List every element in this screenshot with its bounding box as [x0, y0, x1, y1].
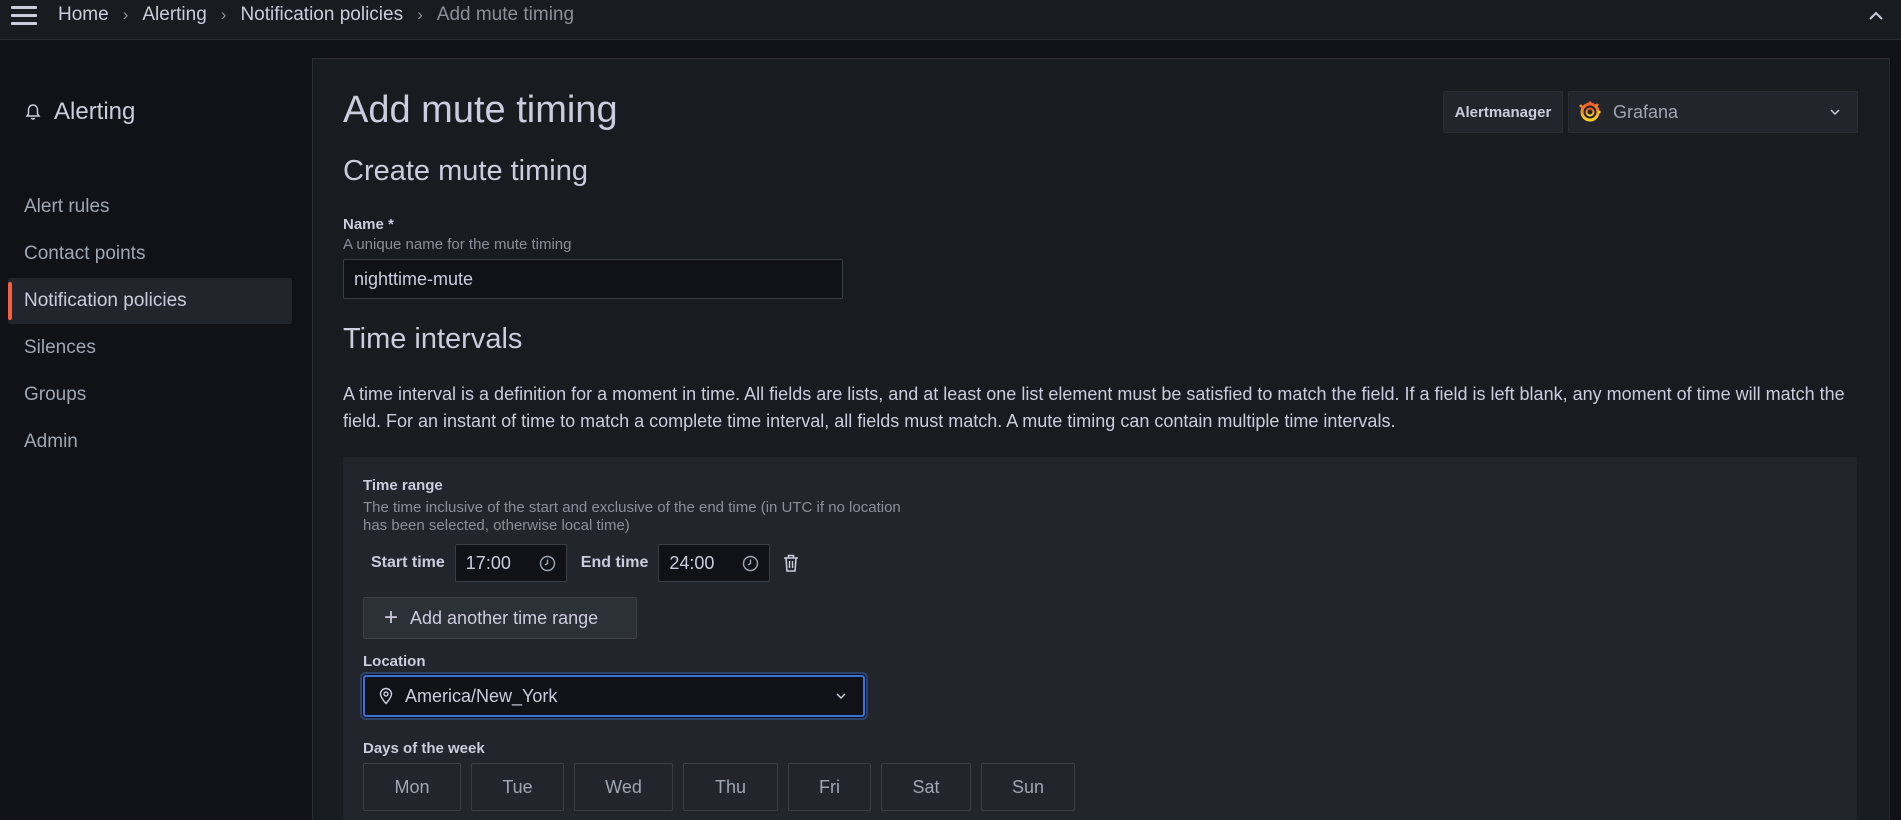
map-marker-icon [379, 687, 393, 705]
day-fri-button[interactable]: Fri [788, 763, 871, 811]
sidebar-item-notification-policies[interactable]: Notification policies [8, 278, 292, 324]
top-bar: Home › Alerting › Notification policies … [0, 0, 1901, 40]
sidebar: Alerting Alert rules Contact points Noti… [0, 40, 310, 819]
chevron-right-icon: › [122, 5, 129, 24]
sidebar-item-admin[interactable]: Admin [8, 419, 292, 465]
breadcrumb-home[interactable]: Home [58, 4, 109, 26]
day-thu-button[interactable]: Thu [683, 763, 778, 811]
time-range-description: The time inclusive of the start and excl… [363, 499, 901, 535]
time-intervals-title: Time intervals [343, 323, 523, 355]
start-time-input[interactable]: 17:00 [454, 544, 567, 582]
breadcrumb-current: Add mute timing [436, 4, 575, 25]
bell-icon [25, 104, 41, 120]
chevron-down-icon [1830, 109, 1840, 116]
page-title: Add mute timing [343, 89, 618, 131]
day-sat-button[interactable]: Sat [881, 763, 971, 811]
main-panel: Add mute timing Alertmanager Grafana Cre… [312, 58, 1890, 820]
location-value: America/New_York [405, 685, 558, 706]
day-tue-button[interactable]: Tue [471, 763, 564, 811]
time-interval-card: Time range The time inclusive of the sta… [343, 457, 1857, 820]
sidebar-title-label: Alerting [54, 98, 136, 125]
breadcrumb-alerting[interactable]: Alerting [142, 4, 206, 26]
trash-icon[interactable] [782, 553, 800, 573]
end-time-label: End time [580, 554, 649, 571]
chevron-down-icon [836, 693, 846, 700]
sidebar-item-contact-points[interactable]: Contact points [8, 231, 292, 277]
name-description: A unique name for the mute timing [343, 236, 572, 253]
clock-icon [743, 555, 759, 571]
time-range-label: Time range [363, 477, 443, 494]
location-label: Location [363, 653, 426, 670]
plus-icon: + [384, 604, 399, 631]
day-sun-button[interactable]: Sun [981, 763, 1075, 811]
days-of-week-label: Days of the week [363, 740, 485, 757]
sidebar-item-alert-rules[interactable]: Alert rules [8, 184, 292, 230]
time-range-description-line2: has been selected, otherwise local time) [363, 517, 630, 534]
grafana-logo-icon [1579, 101, 1601, 122]
time-range-row: Start time 17:00 End time 24:00 [361, 543, 800, 583]
sidebar-item-groups[interactable]: Groups [8, 372, 292, 418]
alertmanager-value: Grafana [1613, 101, 1679, 122]
location-select[interactable]: America/New_York [363, 675, 865, 717]
sidebar-item-silences[interactable]: Silences [8, 325, 292, 371]
add-time-range-button[interactable]: + Add another time range [363, 597, 637, 639]
chevron-right-icon: › [220, 5, 227, 24]
sidebar-title: Alerting [24, 98, 135, 126]
time-intervals-description: A time interval is a definition for a mo… [343, 384, 1845, 431]
start-time-label: Start time [371, 554, 445, 571]
start-time-value: 17:00 [465, 552, 511, 573]
section-title: Create mute timing [343, 155, 588, 187]
chevron-right-icon: › [417, 5, 423, 24]
days-of-week-group: Mon Tue Wed Thu Fri Sat Sun [363, 763, 1085, 811]
day-wed-button[interactable]: Wed [574, 763, 673, 811]
end-time-value: 24:00 [669, 552, 715, 573]
menu-icon[interactable] [10, 4, 38, 28]
clock-icon [539, 555, 555, 571]
name-input[interactable] [343, 259, 843, 299]
breadcrumb: Home › Alerting › Notification policies … [58, 4, 574, 26]
end-time-input[interactable]: 24:00 [658, 544, 771, 582]
name-label: Name * [343, 216, 394, 233]
time-range-description-line1: The time inclusive of the start and excl… [363, 499, 901, 516]
alertmanager-select[interactable]: Grafana [1568, 91, 1858, 133]
chevron-up-icon[interactable] [1865, 5, 1887, 27]
day-mon-button[interactable]: Mon [363, 763, 461, 811]
alertmanager-label: Alertmanager [1443, 91, 1563, 133]
breadcrumb-notification-policies[interactable]: Notification policies [240, 4, 403, 26]
add-time-range-label: Add another time range [410, 607, 599, 628]
sidebar-nav: Alert rules Contact points Notification … [8, 184, 292, 466]
